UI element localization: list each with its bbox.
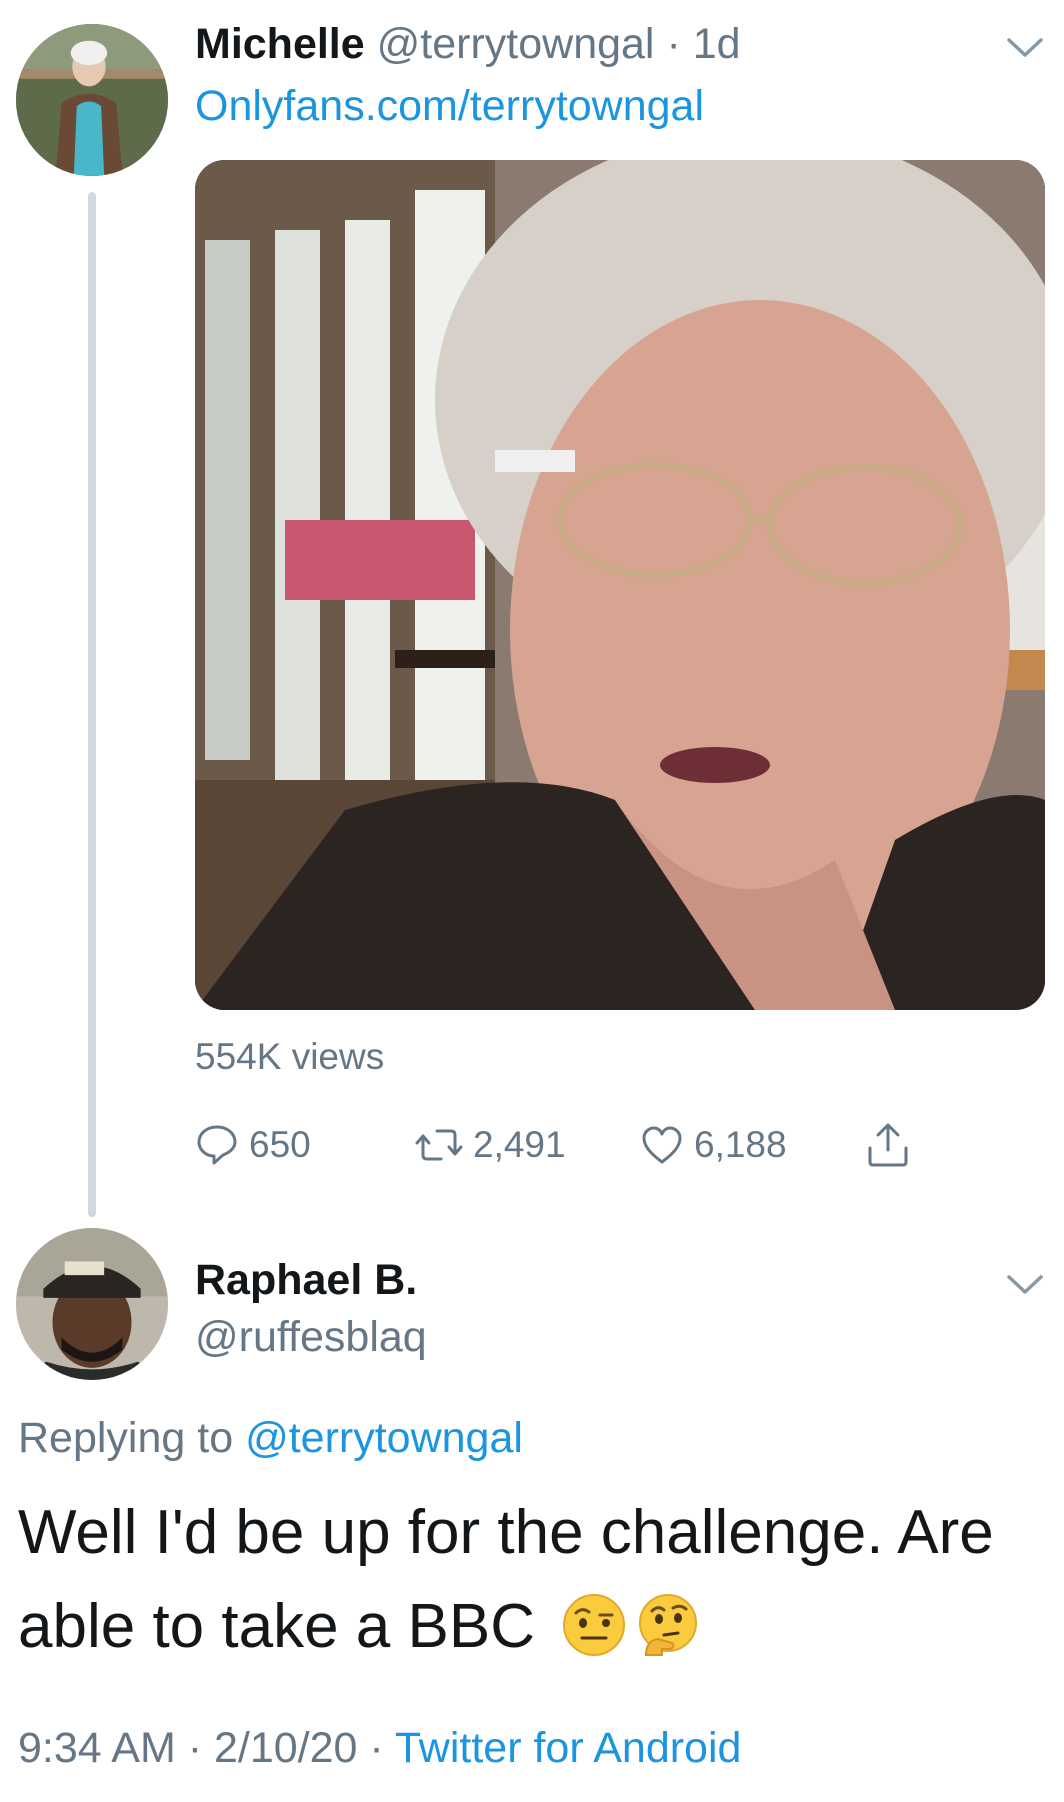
share-icon bbox=[865, 1122, 911, 1168]
author-display-name[interactable]: Michelle bbox=[195, 20, 365, 68]
tweet-metadata: 9:34 AM · 2/10/20 · Twitter for Android bbox=[18, 1722, 741, 1774]
author-handle[interactable]: @terrytowngal bbox=[377, 20, 655, 68]
like-icon bbox=[640, 1123, 684, 1167]
header-separator: · bbox=[654, 20, 693, 68]
chevron-down-icon[interactable] bbox=[1005, 1271, 1045, 1299]
retweet-icon bbox=[415, 1123, 463, 1167]
replying-to-line: Replying to @terrytowngal bbox=[18, 1412, 523, 1464]
video-media[interactable] bbox=[195, 160, 1045, 1010]
reply-author-handle[interactable]: @ruffesblaq bbox=[195, 1311, 427, 1363]
tweet-actions: 650 2,491 6,188 bbox=[195, 1115, 955, 1175]
view-count: 554K views bbox=[195, 1036, 385, 1077]
thinking-face-emoji bbox=[636, 1593, 700, 1657]
reply-body: Well I'd be up for the challenge. Are ab… bbox=[18, 1498, 994, 1661]
tweet-header: Michelle @terrytowngal · 1d bbox=[195, 18, 1004, 70]
like-button[interactable]: 6,188 bbox=[640, 1115, 787, 1175]
replying-to-mention[interactable]: @terrytowngal bbox=[245, 1414, 523, 1462]
reply-tweet-text: Well I'd be up for the challenge. Are ab… bbox=[18, 1486, 1038, 1674]
reply-button[interactable]: 650 bbox=[195, 1115, 311, 1175]
tweet-source-link[interactable]: Twitter for Android bbox=[395, 1724, 742, 1772]
tweet-date: 2/10/20 bbox=[213, 1724, 358, 1772]
tweet-time: 9:34 AM bbox=[18, 1724, 176, 1772]
reply-icon bbox=[195, 1123, 239, 1167]
like-count: 6,188 bbox=[694, 1124, 787, 1165]
reply-count: 650 bbox=[249, 1124, 311, 1165]
avatar-michelle[interactable] bbox=[16, 24, 168, 176]
retweet-button[interactable]: 2,491 bbox=[415, 1115, 566, 1175]
chevron-down-icon[interactable] bbox=[1005, 34, 1045, 62]
meta-separator: · bbox=[175, 1724, 214, 1772]
share-button[interactable] bbox=[865, 1115, 911, 1175]
thread-connector-line bbox=[88, 192, 96, 1217]
retweet-count: 2,491 bbox=[473, 1124, 566, 1165]
reply-author-display-name[interactable]: Raphael B. bbox=[195, 1254, 417, 1306]
raised-eyebrow-emoji bbox=[562, 1593, 626, 1657]
profile-link[interactable]: Onlyfans.com/terrytowngal bbox=[195, 80, 704, 132]
tweet-age[interactable]: 1d bbox=[693, 20, 741, 68]
meta-separator: · bbox=[357, 1724, 395, 1772]
avatar-raphael[interactable] bbox=[16, 1228, 168, 1380]
replying-to-prefix: Replying to bbox=[18, 1414, 246, 1462]
tweet-thread: Michelle @terrytowngal · 1d Onlyfans.com… bbox=[0, 0, 1064, 1802]
